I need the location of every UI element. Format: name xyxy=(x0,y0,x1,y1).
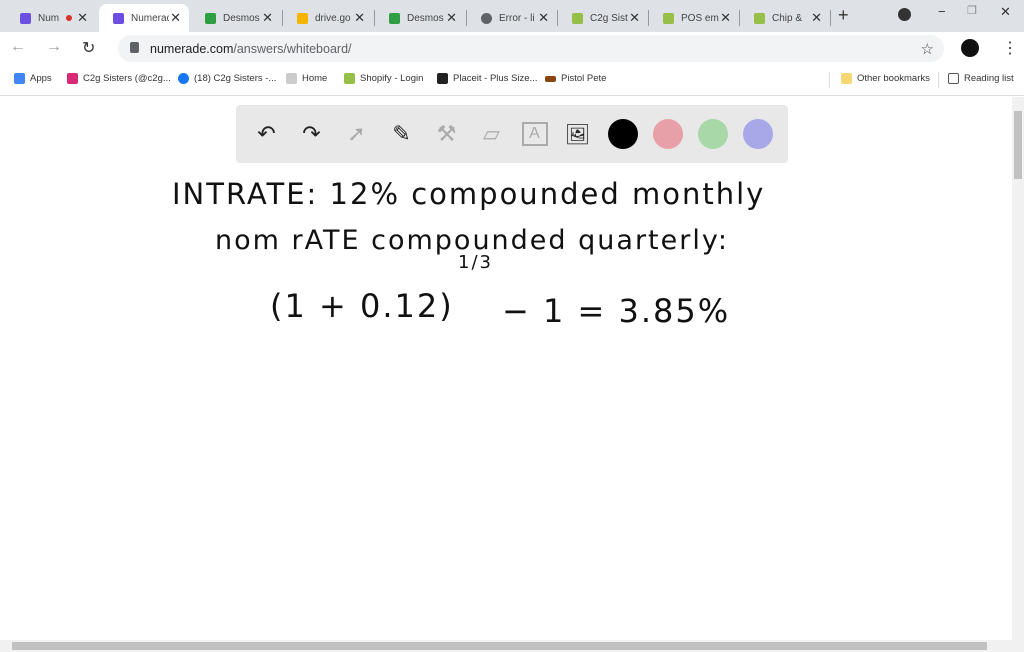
lock-icon xyxy=(130,42,139,53)
url-path: /answers/whiteboard/ xyxy=(233,41,352,56)
eraser-icon[interactable]: ▱ xyxy=(477,119,507,149)
horizontal-scrollbar[interactable] xyxy=(0,640,1024,652)
tab-strip: Num✕ Numerade✕ Desmos✕ drive.go✕ Desmos✕… xyxy=(0,0,1024,32)
numerade-icon xyxy=(113,12,124,24)
tab-3[interactable]: drive.go ✕ xyxy=(283,4,373,32)
instagram-icon xyxy=(67,73,78,84)
new-tab-button[interactable]: + xyxy=(838,5,849,26)
facebook-icon xyxy=(178,73,189,84)
tab-4[interactable]: Desmos ✕ xyxy=(375,4,465,32)
image-icon[interactable]: 🖼 xyxy=(563,119,593,149)
redo-icon[interactable]: ↷ xyxy=(297,119,327,149)
vertical-scroll-thumb[interactable] xyxy=(1014,111,1022,179)
tab-7[interactable]: POS em ✕ xyxy=(649,4,739,32)
close-tab-icon[interactable]: ✕ xyxy=(170,10,181,26)
close-tab-icon[interactable]: ✕ xyxy=(538,10,549,26)
close-tab-icon[interactable]: ✕ xyxy=(77,10,88,26)
bookmark-facebook[interactable]: (18) C2g Sisters -... xyxy=(178,73,276,84)
tab-2[interactable]: Desmos ✕ xyxy=(191,4,281,32)
apps-grid-icon xyxy=(14,73,25,84)
tab-0[interactable]: Num ✕ xyxy=(6,4,96,32)
pointer-icon[interactable]: ➚ xyxy=(342,119,372,149)
google-drive-icon xyxy=(297,12,308,24)
tab-8[interactable]: Chip & ✕ xyxy=(740,4,830,32)
recording-icon xyxy=(66,15,72,21)
address-bar[interactable]: numerade.com/answers/whiteboard/ ☆ xyxy=(118,35,944,62)
tab-5[interactable]: Error - li ✕ xyxy=(467,4,557,32)
back-button[interactable]: ← xyxy=(10,38,26,56)
reading-list[interactable]: Reading list xyxy=(948,73,1014,84)
profile-avatar[interactable] xyxy=(961,39,979,57)
close-tab-icon[interactable]: ✕ xyxy=(720,10,731,26)
vertical-scrollbar[interactable] xyxy=(1012,97,1024,640)
tools-icon[interactable]: ⚒ xyxy=(432,119,462,149)
color-purple[interactable] xyxy=(742,119,773,149)
numerade-icon xyxy=(20,12,31,24)
horizontal-scroll-thumb[interactable] xyxy=(12,642,987,650)
other-bookmarks[interactable]: Other bookmarks xyxy=(841,73,930,84)
handwriting-line-3a: (1 + 0.12) xyxy=(270,287,454,325)
shopify-icon xyxy=(572,12,583,24)
desmos-icon xyxy=(205,12,216,24)
close-tab-icon[interactable]: ✕ xyxy=(262,10,273,26)
minimize-button[interactable]: − xyxy=(938,4,946,19)
url-host: numerade.com xyxy=(150,41,234,56)
navigation-bar: ← → ↻ numerade.com/answers/whiteboard/ ☆… xyxy=(0,32,1024,64)
text-icon[interactable]: A xyxy=(521,122,548,146)
close-tab-icon[interactable]: ✕ xyxy=(446,10,457,26)
whiteboard-toolbar: ↶ ↷ ➚ ✎ ⚒ ▱ A 🖼 xyxy=(236,105,788,163)
placeit-icon xyxy=(437,73,448,84)
reload-button[interactable]: ↻ xyxy=(82,38,95,58)
bookmarks-bar: Apps C2g Sisters (@c2g... (18) C2g Siste… xyxy=(0,64,1024,96)
tab-6[interactable]: C2g Sist ✕ xyxy=(558,4,648,32)
globe-icon xyxy=(481,12,492,24)
reading-list-icon xyxy=(948,73,959,84)
shopify-icon xyxy=(754,12,765,24)
pen-icon[interactable]: ✎ xyxy=(387,119,417,149)
tab-1[interactable]: Numerade✕ xyxy=(99,4,189,32)
close-tab-icon[interactable]: ✕ xyxy=(629,10,640,26)
close-tab-icon[interactable]: ✕ xyxy=(354,10,365,26)
color-pink[interactable] xyxy=(652,119,683,149)
handwriting-exponent: 1/3 xyxy=(458,252,493,273)
home-site-icon xyxy=(286,73,297,84)
whiteboard-canvas[interactable]: ↶ ↷ ➚ ✎ ⚒ ▱ A 🖼 INTRATE: 12% compounded … xyxy=(0,97,1012,640)
bookmark-placeit[interactable]: Placeit - Plus Size... xyxy=(437,73,537,84)
shopify-icon xyxy=(663,12,674,24)
menu-icon[interactable]: ⋮ xyxy=(1002,38,1018,58)
close-tab-icon[interactable]: ✕ xyxy=(811,10,822,26)
handwriting-line-3b: − 1 = 3.85% xyxy=(502,292,731,330)
bookmark-star-icon[interactable]: ☆ xyxy=(921,40,934,58)
color-green[interactable] xyxy=(697,119,728,149)
shopify-icon xyxy=(344,73,355,84)
tab-search-icon[interactable] xyxy=(898,8,911,21)
pistol-pete-icon xyxy=(545,75,556,82)
close-window-button[interactable]: ✕ xyxy=(1000,4,1011,20)
color-black[interactable] xyxy=(607,119,638,149)
bookmark-home[interactable]: Home xyxy=(286,73,327,84)
bookmark-shopify[interactable]: Shopify - Login xyxy=(344,73,423,84)
bookmark-pistol-pete[interactable]: Pistol Pete xyxy=(545,73,606,84)
desmos-icon xyxy=(389,12,400,24)
restore-button[interactable]: ❐ xyxy=(967,4,977,17)
handwriting-line-1: INTRATE: 12% compounded monthly xyxy=(172,177,766,211)
bookmark-instagram[interactable]: C2g Sisters (@c2g... xyxy=(67,73,171,84)
undo-icon[interactable]: ↶ xyxy=(252,119,282,149)
folder-icon xyxy=(841,73,852,84)
bookmark-apps[interactable]: Apps xyxy=(14,73,52,84)
forward-button[interactable]: → xyxy=(46,38,62,56)
